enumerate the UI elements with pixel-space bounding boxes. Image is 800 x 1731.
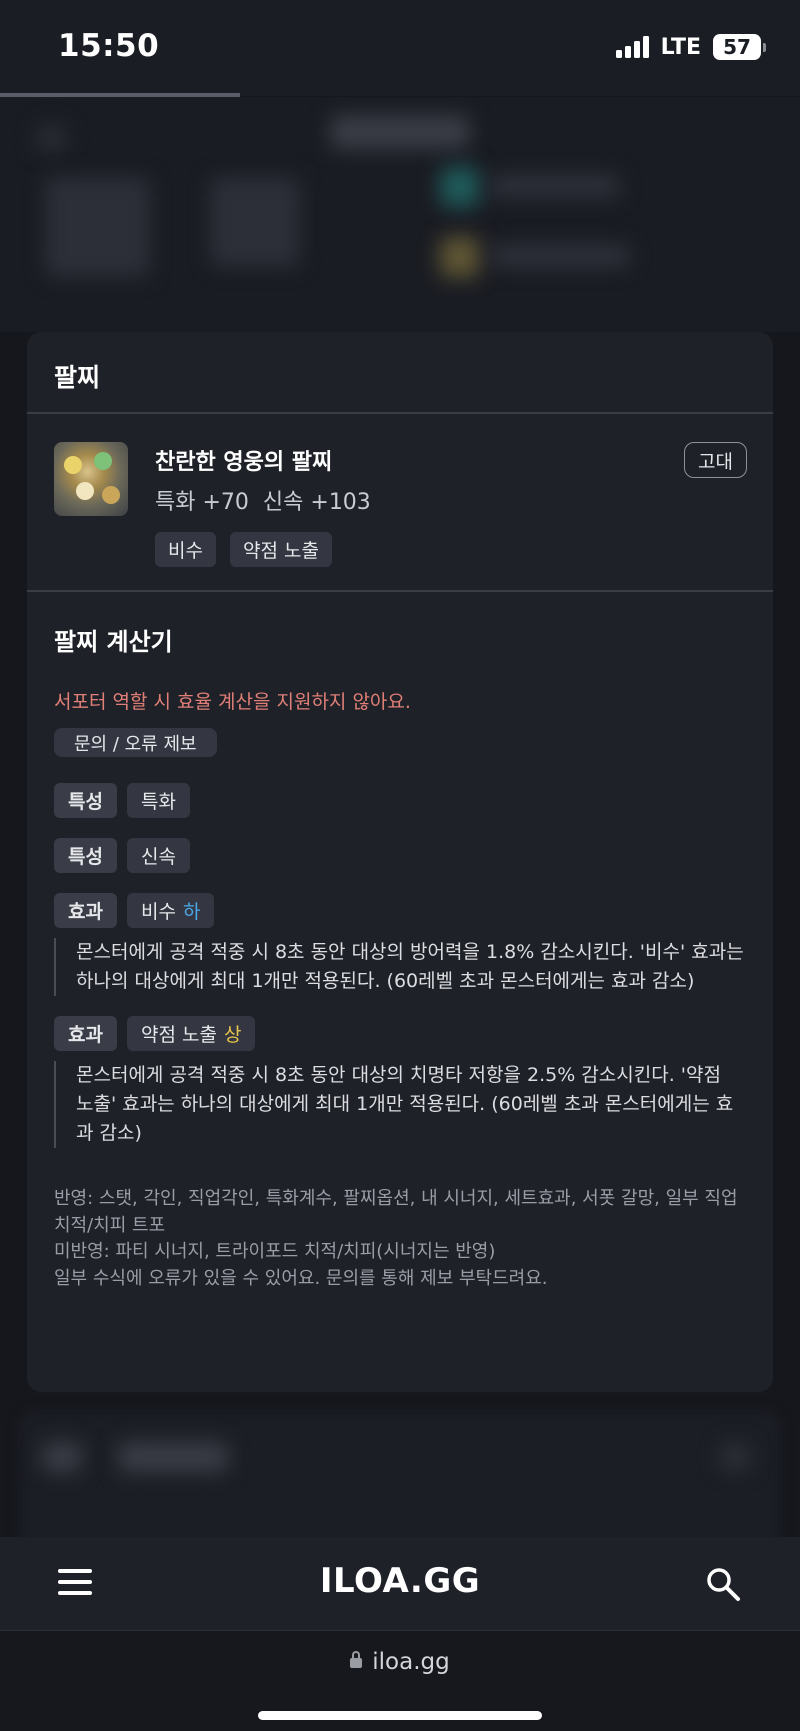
- row-label: 효과: [54, 893, 117, 928]
- status-time: 15:50: [58, 28, 160, 64]
- bottom-navbar: ILOA.GG: [0, 1537, 800, 1631]
- browser-url-bar: iloa.gg: [0, 1631, 800, 1731]
- row-value[interactable]: 특화: [126, 783, 190, 818]
- site-logo[interactable]: ILOA.GG: [0, 1561, 800, 1601]
- item-stats: 특화 +70 신속 +103: [155, 484, 371, 516]
- stat-row: 특성 신속: [54, 838, 746, 873]
- bracelet-card: 팔찌 찬란한 영웅의 팔찌 특화 +70 신속 +103 고대 비수 약점 노출 …: [27, 332, 773, 1392]
- item-stat: 신속 +103: [262, 490, 371, 515]
- effect-description: 몬스터에게 공격 적중 시 8초 동안 대상의 치명타 저항을 2.5% 감소시…: [54, 1061, 744, 1148]
- effect-name: 약점 노출: [140, 1024, 217, 1046]
- lock-icon: [350, 1651, 363, 1668]
- effect-chip[interactable]: 비수 하: [126, 893, 215, 928]
- network-type: LTE: [660, 34, 701, 60]
- effect-chip[interactable]: 약점 노출 상: [126, 1016, 256, 1051]
- calculator-title: 팔찌 계산기: [54, 628, 173, 656]
- effect-row: 효과 비수 하: [54, 893, 746, 928]
- item-tag: 약점 노출: [229, 532, 332, 567]
- bracelet-item-icon: [54, 442, 128, 516]
- item-tag: 비수: [155, 532, 216, 567]
- calculator-notes: 반영: 스탯, 각인, 직업각인, 특화계수, 팔찌옵션, 내 시너지, 세트효…: [54, 1186, 746, 1292]
- card-header: 팔찌: [27, 332, 773, 414]
- bracelet-calculator: 팔찌 계산기 서포터 역할 시 효율 계산을 지원하지 않아요. 문의 / 오류…: [27, 592, 773, 1292]
- row-label: 효과: [54, 1016, 117, 1051]
- effect-description: 몬스터에게 공격 적중 시 8초 동안 대상의 방어력을 1.8% 감소시킨다.…: [54, 938, 744, 996]
- row-value[interactable]: 신속: [126, 838, 190, 873]
- effect-row: 효과 약점 노출 상: [54, 1016, 746, 1051]
- effect-name: 비수: [140, 901, 176, 923]
- note-line: 일부 수식에 오류가 있을 수 있어요. 문의를 통해 제보 부탁드려요.: [54, 1267, 548, 1289]
- url-field[interactable]: iloa.gg: [0, 1649, 800, 1675]
- effect-level: 상: [223, 1024, 242, 1046]
- status-indicators: LTE 57: [615, 34, 766, 60]
- url-text: iloa.gg: [372, 1649, 450, 1675]
- blurred-background-bottom: [0, 1392, 800, 1537]
- item-tags: 비수 약점 노출: [155, 532, 332, 567]
- status-bar: 15:50 LTE 57: [0, 0, 800, 97]
- item-stat: 특화 +70: [155, 490, 249, 515]
- item-name: 찬란한 영웅의 팔찌: [155, 450, 333, 475]
- bracelet-item[interactable]: 찬란한 영웅의 팔찌 특화 +70 신속 +103 고대 비수 약점 노출: [27, 414, 773, 592]
- search-icon[interactable]: [704, 1565, 742, 1603]
- row-label: 특성: [54, 838, 117, 873]
- card-title: 팔찌: [54, 363, 101, 392]
- battery-tip: [763, 42, 766, 52]
- stat-row: 특성 특화: [54, 783, 746, 818]
- note-line: 미반영: 파티 시너지, 트라이포드 치적/치피(시너지는 반영): [54, 1241, 496, 1262]
- grade-badge: 고대: [684, 442, 747, 478]
- support-warning: 서포터 역할 시 효율 계산을 지원하지 않아요.: [54, 691, 411, 713]
- row-label: 특성: [54, 783, 117, 818]
- blurred-background: [0, 97, 800, 332]
- effect-level: 하: [182, 901, 201, 923]
- note-line: 반영: 스탯, 각인, 직업각인, 특화계수, 팔찌옵션, 내 시너지, 세트효…: [54, 1188, 738, 1236]
- signal-icon: [615, 36, 649, 58]
- report-button[interactable]: 문의 / 오류 제보: [54, 728, 217, 757]
- home-indicator: [258, 1711, 542, 1720]
- battery-icon: 57: [713, 34, 761, 60]
